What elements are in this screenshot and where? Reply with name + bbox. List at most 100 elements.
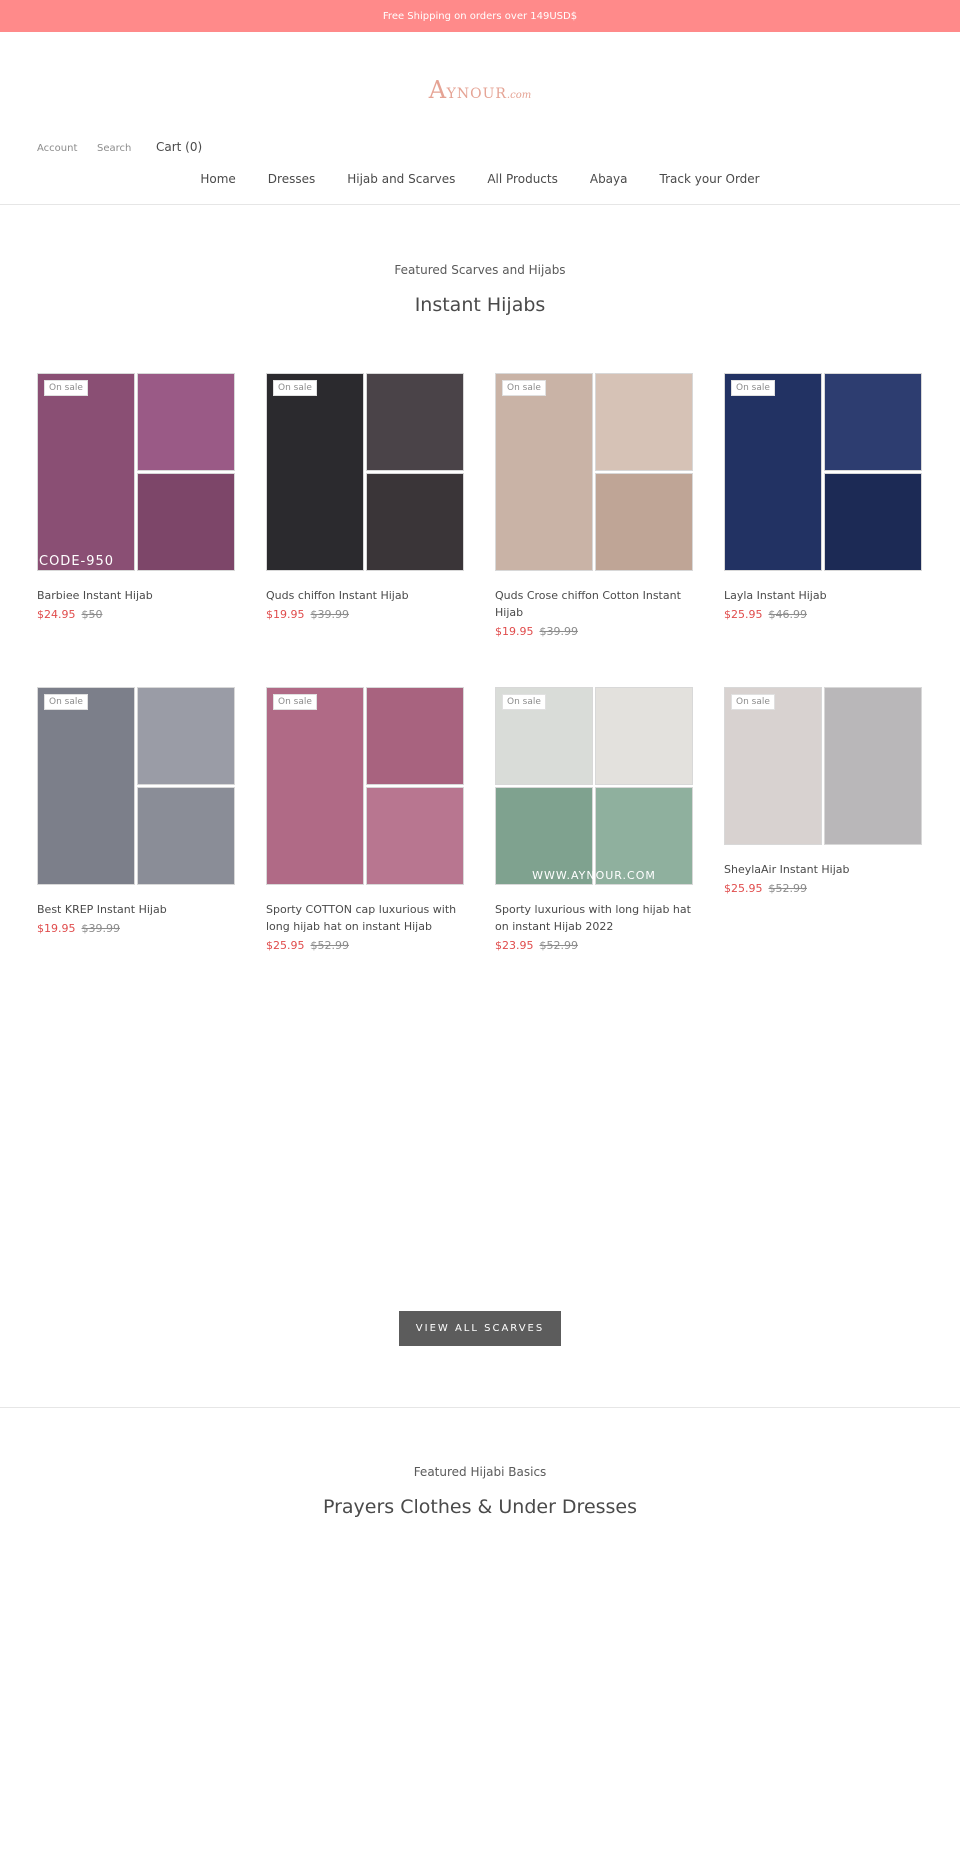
product-card[interactable]: On sale WWW.AYNOUR.COM Sporty luxurious …: [495, 687, 693, 952]
product-card[interactable]: On sale Quds Crose chiffon Cotton Instan…: [495, 373, 693, 638]
section-divider: [0, 1407, 960, 1408]
featured-scarves-subtitle: Featured Scarves and Hijabs: [394, 263, 566, 277]
product-title[interactable]: SheylaAir Instant Hijab: [724, 861, 922, 878]
search-link[interactable]: Search: [97, 143, 131, 154]
image-watermark-text: WWW.AYNOUR.COM: [532, 869, 656, 882]
sale-badge: On sale: [44, 380, 88, 396]
photo-tile: [724, 373, 822, 571]
store-logo[interactable]: AYNOUR.com: [0, 76, 960, 104]
product-prices: $24.95 $50: [37, 608, 235, 621]
compare-price: $50: [81, 608, 103, 621]
photo-tile: [366, 687, 464, 785]
compare-price: $39.99: [81, 922, 121, 935]
compare-price: $52.99: [310, 939, 350, 952]
nav-item-all-products[interactable]: All Products: [487, 172, 558, 186]
product-image[interactable]: On sale: [266, 687, 464, 885]
product-prices: $23.95 $52.99: [495, 939, 693, 952]
product-card[interactable]: On sale CODE-950 Barbiee Instant Hijab $…: [37, 373, 235, 621]
product-image[interactable]: On sale CODE-950: [37, 373, 235, 571]
sale-badge: On sale: [502, 694, 546, 710]
sale-badge: On sale: [502, 380, 546, 396]
photo-tile: [595, 687, 693, 785]
product-image[interactable]: On sale: [266, 373, 464, 571]
compare-price: $52.99: [768, 882, 808, 895]
product-title[interactable]: Barbiee Instant Hijab: [37, 587, 235, 604]
sale-price: $25.95: [266, 939, 305, 952]
sale-price: $25.95: [724, 608, 763, 621]
sale-badge: On sale: [44, 694, 88, 710]
photo-tile: [266, 687, 364, 885]
photo-tile: [724, 687, 822, 845]
product-prices: $25.95 $52.99: [266, 939, 464, 952]
product-card[interactable]: On sale Sporty COTTON cap luxurious with…: [266, 687, 464, 952]
photo-tile: [495, 373, 593, 571]
account-link[interactable]: Account: [37, 143, 77, 154]
featured-basics-subtitle: Featured Hijabi Basics: [413, 1465, 547, 1479]
product-title[interactable]: Quds chiffon Instant Hijab: [266, 587, 464, 604]
compare-price: $52.99: [539, 939, 579, 952]
product-title[interactable]: Sporty COTTON cap luxurious with long hi…: [266, 901, 464, 935]
compare-price: $39.99: [310, 608, 350, 621]
sale-price: $19.95: [37, 922, 76, 935]
sale-price: $23.95: [495, 939, 534, 952]
sale-badge: On sale: [731, 380, 775, 396]
announcement-text: Free Shipping on orders over 149USD$: [382, 10, 578, 22]
product-prices: $19.95 $39.99: [495, 625, 693, 638]
featured-basics-title: Prayers Clothes & Under Dresses: [322, 1496, 638, 1518]
logo-suffix: .com: [506, 90, 532, 101]
photo-tile: [37, 373, 135, 571]
sale-price: $24.95: [37, 608, 76, 621]
photo-tile: [366, 787, 464, 885]
nav-item-abaya[interactable]: Abaya: [590, 172, 628, 186]
photo-tile: [137, 787, 235, 885]
photo-tile: [595, 473, 693, 571]
cart-link[interactable]: Cart (0): [156, 140, 202, 154]
header-divider: [0, 204, 960, 205]
sale-badge: On sale: [273, 380, 317, 396]
sale-price: $19.95: [495, 625, 534, 638]
photo-tile: [266, 373, 364, 571]
photo-tile: [595, 373, 693, 471]
sale-badge: On sale: [731, 694, 775, 710]
product-prices: $19.95 $39.99: [266, 608, 464, 621]
sale-price: $19.95: [266, 608, 305, 621]
logo-wordmark: YNOUR: [446, 86, 507, 102]
product-image[interactable]: On sale WWW.AYNOUR.COM: [495, 687, 693, 885]
product-image[interactable]: On sale: [724, 687, 922, 845]
nav-item-dresses[interactable]: Dresses: [268, 172, 315, 186]
photo-tile: [824, 473, 922, 571]
product-card[interactable]: On sale Layla Instant Hijab $25.95 $46.99: [724, 373, 922, 621]
photo-tile: [366, 473, 464, 571]
compare-price: $46.99: [768, 608, 808, 621]
product-image[interactable]: On sale: [37, 687, 235, 885]
sale-badge: On sale: [273, 694, 317, 710]
product-title[interactable]: Best KREP Instant Hijab: [37, 901, 235, 918]
product-image[interactable]: On sale: [495, 373, 693, 571]
compare-price: $39.99: [539, 625, 579, 638]
product-card[interactable]: On sale Best KREP Instant Hijab $19.95 $3…: [37, 687, 235, 935]
nav-item-home[interactable]: Home: [200, 172, 235, 186]
nav-item-hijab-and-scarves[interactable]: Hijab and Scarves: [347, 172, 455, 186]
product-card[interactable]: On sale SheylaAir Instant Hijab $25.95 $5…: [724, 687, 922, 895]
nav-item-track-order[interactable]: Track your Order: [660, 172, 760, 186]
photo-tile: [824, 373, 922, 471]
main-navigation: Home Dresses Hijab and Scarves All Produ…: [0, 172, 960, 186]
product-title[interactable]: Sporty luxurious with long hijab hat on …: [495, 901, 693, 935]
product-title[interactable]: Quds Crose chiffon Cotton Instant Hijab: [495, 587, 693, 621]
product-title[interactable]: Layla Instant Hijab: [724, 587, 922, 604]
logo-initial: A: [428, 76, 447, 104]
sale-price: $25.95: [724, 882, 763, 895]
product-image[interactable]: On sale: [724, 373, 922, 571]
product-prices: $25.95 $46.99: [724, 608, 922, 621]
product-prices: $25.95 $52.99: [724, 882, 922, 895]
photo-tile: [137, 687, 235, 785]
product-card[interactable]: On sale Quds chiffon Instant Hijab $19.9…: [266, 373, 464, 621]
product-prices: $19.95 $39.99: [37, 922, 235, 935]
view-all-scarves-button[interactable]: VIEW ALL SCARVES: [399, 1311, 561, 1346]
photo-tile: [824, 687, 922, 845]
photo-tile: [137, 373, 235, 471]
featured-scarves-title: Instant Hijabs: [414, 294, 546, 316]
image-watermark-text: CODE-950: [39, 554, 115, 569]
photo-tile: [37, 687, 135, 885]
photo-tile: [137, 473, 235, 571]
